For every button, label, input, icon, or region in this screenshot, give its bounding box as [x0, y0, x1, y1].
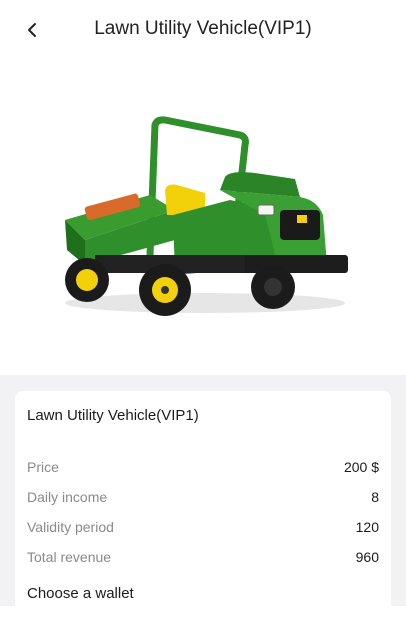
choose-wallet-heading: Choose a wallet: [27, 585, 134, 602]
validity-period-label: Validity period: [27, 519, 114, 535]
validity-period-value: 120: [355, 519, 379, 535]
daily-income-value: 8: [371, 489, 379, 505]
price-value: 200 $: [343, 459, 379, 475]
product-name: Lawn Utility Vehicle(VIP1): [27, 407, 199, 424]
product-details-section: Lawn Utility Vehicle(VIP1) Price 200 $ D…: [0, 375, 406, 621]
daily-income-label: Daily income: [27, 489, 108, 505]
product-image-area: [0, 60, 406, 375]
price-row: Price 200 $: [27, 457, 379, 477]
utility-vehicle-image: [65, 116, 348, 316]
top-bar: Lawn Utility Vehicle(VIP1): [0, 0, 406, 60]
product-card: Lawn Utility Vehicle(VIP1) Price 200 $ D…: [15, 391, 391, 621]
page-title: Lawn Utility Vehicle(VIP1): [94, 18, 312, 39]
validity-period-row: Validity period 120: [27, 517, 379, 537]
price-label: Price: [27, 459, 59, 475]
total-revenue-label: Total revenue: [27, 549, 112, 565]
daily-income-row: Daily income 8: [27, 487, 379, 507]
total-revenue-value: 960: [355, 549, 379, 565]
total-revenue-row: Total revenue 960: [27, 547, 379, 567]
